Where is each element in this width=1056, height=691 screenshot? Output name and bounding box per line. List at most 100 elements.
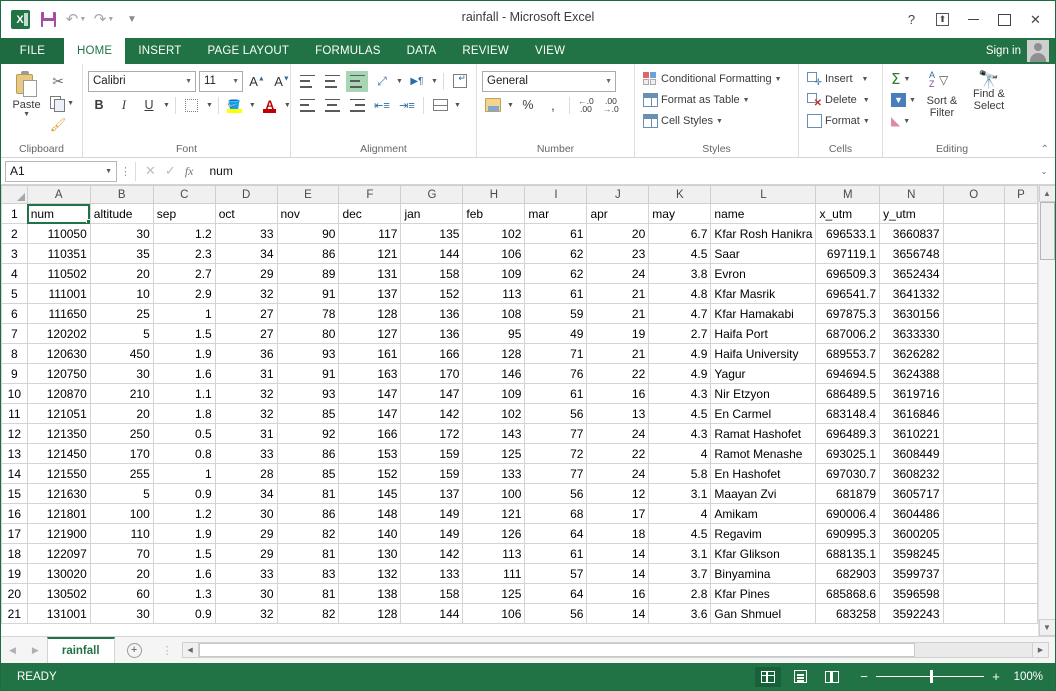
cell-K17[interactable]: 4.5 — [649, 524, 711, 544]
horizontal-scrollbar[interactable]: ◀ ▶ — [182, 642, 1049, 658]
next-sheet-icon[interactable]: ▶ — [32, 645, 39, 656]
cell-A9[interactable]: 120750 — [27, 364, 90, 384]
cell-J4[interactable]: 24 — [587, 264, 649, 284]
row-header-2[interactable]: 2 — [2, 224, 28, 244]
cell-N15[interactable]: 3605717 — [880, 484, 943, 504]
cell-E13[interactable]: 86 — [277, 444, 339, 464]
cell-N9[interactable]: 3624388 — [880, 364, 943, 384]
percent-style-icon[interactable]: % — [517, 95, 539, 116]
cell-J19[interactable]: 14 — [587, 564, 649, 584]
cell-I10[interactable]: 61 — [525, 384, 587, 404]
sheet-tab-rainfall[interactable]: rainfall — [47, 637, 115, 663]
cell-J5[interactable]: 21 — [587, 284, 649, 304]
cell-L21[interactable]: Gan Shmuel — [711, 604, 816, 624]
cell-K3[interactable]: 4.5 — [649, 244, 711, 264]
cell-L10[interactable]: Nir Etzyon — [711, 384, 816, 404]
orientation-chevron-icon[interactable]: ▼ — [396, 78, 403, 85]
cell-C5[interactable]: 2.9 — [153, 284, 215, 304]
row-header-20[interactable]: 20 — [2, 584, 28, 604]
help-icon[interactable]: ? — [896, 7, 927, 33]
cell-A20[interactable]: 130502 — [27, 584, 90, 604]
cell-G20[interactable]: 158 — [401, 584, 463, 604]
cell-J8[interactable]: 21 — [587, 344, 649, 364]
cell-H8[interactable]: 128 — [463, 344, 525, 364]
cell-L6[interactable]: Kfar Hamakabi — [711, 304, 816, 324]
col-header-J[interactable]: J — [587, 186, 649, 204]
cell-O21[interactable] — [943, 604, 1004, 624]
cell-E19[interactable]: 83 — [277, 564, 339, 584]
cell-M8[interactable]: 689553.7 — [816, 344, 880, 364]
fill-button[interactable]: ▼ ▼ — [888, 90, 919, 110]
cell-M10[interactable]: 686489.5 — [816, 384, 880, 404]
cell-K2[interactable]: 6.7 — [649, 224, 711, 244]
cell-N6[interactable]: 3630156 — [880, 304, 943, 324]
cell-K6[interactable]: 4.7 — [649, 304, 711, 324]
cell-O3[interactable] — [943, 244, 1004, 264]
cell-J7[interactable]: 19 — [587, 324, 649, 344]
cell-K19[interactable]: 3.7 — [649, 564, 711, 584]
col-header-A[interactable]: A — [27, 186, 90, 204]
tab-data[interactable]: DATA — [394, 38, 450, 64]
sort-and-filter-button[interactable]: AZ▽ Sort & Filter — [919, 69, 965, 119]
align-top-icon[interactable] — [296, 71, 318, 92]
cell-N4[interactable]: 3652434 — [880, 264, 943, 284]
cancel-icon[interactable]: ✕ — [145, 163, 156, 179]
cell-H17[interactable]: 126 — [463, 524, 525, 544]
cell-K13[interactable]: 4 — [649, 444, 711, 464]
cell-L1[interactable]: name — [711, 204, 816, 224]
cell-M2[interactable]: 696533.1 — [816, 224, 880, 244]
cell-M9[interactable]: 694694.5 — [816, 364, 880, 384]
col-header-N[interactable]: N — [880, 186, 943, 204]
cell-P13[interactable] — [1004, 444, 1037, 464]
cell-M13[interactable]: 693025.1 — [816, 444, 880, 464]
cell-G8[interactable]: 166 — [401, 344, 463, 364]
cell-I9[interactable]: 76 — [525, 364, 587, 384]
cell-C14[interactable]: 1 — [153, 464, 215, 484]
cell-D14[interactable]: 28 — [215, 464, 277, 484]
cell-P7[interactable] — [1004, 324, 1037, 344]
cell-B21[interactable]: 30 — [90, 604, 153, 624]
cell-L7[interactable]: Haifa Port — [711, 324, 816, 344]
cell-P2[interactable] — [1004, 224, 1037, 244]
cell-P11[interactable] — [1004, 404, 1037, 424]
cell-C9[interactable]: 1.6 — [153, 364, 215, 384]
cell-J21[interactable]: 14 — [587, 604, 649, 624]
cell-P17[interactable] — [1004, 524, 1037, 544]
cell-D13[interactable]: 33 — [215, 444, 277, 464]
maximize-icon[interactable] — [989, 7, 1020, 33]
cell-D1[interactable]: oct — [215, 204, 277, 224]
cell-E1[interactable]: nov — [277, 204, 339, 224]
tab-home[interactable]: HOME — [64, 38, 125, 64]
cell-H16[interactable]: 121 — [463, 504, 525, 524]
format-painter-icon[interactable]: 🖌 — [47, 114, 69, 135]
enter-icon[interactable]: ✓ — [165, 163, 176, 179]
cell-K1[interactable]: may — [649, 204, 711, 224]
cell-I6[interactable]: 59 — [525, 304, 587, 324]
cell-F21[interactable]: 128 — [339, 604, 401, 624]
cell-O12[interactable] — [943, 424, 1004, 444]
cell-C1[interactable]: sep — [153, 204, 215, 224]
cut-icon[interactable]: ✂ — [47, 71, 69, 92]
col-header-O[interactable]: O — [943, 186, 1004, 204]
cell-J12[interactable]: 24 — [587, 424, 649, 444]
row-header-16[interactable]: 16 — [2, 504, 28, 524]
excel-logo-icon[interactable]: X — [7, 8, 33, 32]
cell-J20[interactable]: 16 — [587, 584, 649, 604]
cell-A18[interactable]: 122097 — [27, 544, 90, 564]
cell-L3[interactable]: Saar — [711, 244, 816, 264]
cell-G15[interactable]: 137 — [401, 484, 463, 504]
cell-D21[interactable]: 32 — [215, 604, 277, 624]
cell-M21[interactable]: 683258 — [816, 604, 880, 624]
cell-B13[interactable]: 170 — [90, 444, 153, 464]
cell-M4[interactable]: 696509.3 — [816, 264, 880, 284]
cell-D4[interactable]: 29 — [215, 264, 277, 284]
cell-O18[interactable] — [943, 544, 1004, 564]
cell-K4[interactable]: 3.8 — [649, 264, 711, 284]
cell-L19[interactable]: Binyamina — [711, 564, 816, 584]
tab-file[interactable]: FILE — [1, 38, 64, 64]
increase-font-size-icon[interactable]: A▲ — [246, 71, 268, 92]
cell-D2[interactable]: 33 — [215, 224, 277, 244]
cell-A11[interactable]: 121051 — [27, 404, 90, 424]
tab-formulas[interactable]: FORMULAS — [302, 38, 394, 64]
cell-J16[interactable]: 17 — [587, 504, 649, 524]
